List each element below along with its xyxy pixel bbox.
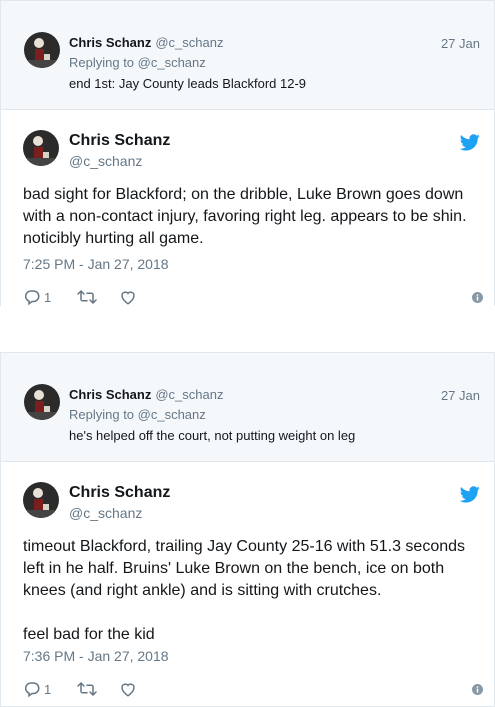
tweet-date[interactable]: 27 Jan	[441, 388, 480, 403]
tweet-thread: Chris Schanz @c_schanz 27 Jan Replying to…	[0, 0, 495, 315]
tweet-text: end 1st: Jay County leads Blackford 12-9	[69, 76, 307, 91]
tweet-text: he's helped off the court, not putting w…	[69, 428, 356, 443]
tweet-actions: 1	[23, 680, 483, 700]
info-button[interactable]	[472, 292, 483, 303]
retweet-button[interactable]	[77, 680, 97, 698]
reply-button[interactable]: 1	[23, 288, 51, 306]
reply-icon	[24, 290, 40, 306]
reply-icon	[24, 682, 40, 698]
tweet-actions: 1	[23, 288, 483, 308]
avatar[interactable]	[24, 384, 60, 420]
author-handle[interactable]: @c_schanz	[69, 153, 142, 169]
parent-tweet[interactable]: Chris Schanz @c_schanz 27 Jan Replying to…	[0, 0, 495, 109]
tweet-paragraph: timeout Blackford, trailing Jay County 2…	[23, 538, 466, 599]
tweet-text: timeout Blackford, trailing Jay County 2…	[23, 536, 483, 646]
avatar[interactable]	[24, 32, 60, 68]
tweet-paragraph: feel bad for the kid	[23, 626, 155, 643]
twitter-bird-icon[interactable]	[460, 486, 480, 503]
info-button[interactable]	[472, 684, 483, 695]
author-line: Chris Schanz @c_schanz	[69, 35, 223, 50]
author-name[interactable]: Chris Schanz	[69, 132, 170, 150]
retweet-button[interactable]	[77, 288, 97, 306]
main-tweet: Chris Schanz @c_schanz bad sight for Bla…	[0, 109, 495, 315]
retweet-icon	[77, 290, 97, 304]
tweet-text: bad sight for Blackford; on the dribble,…	[23, 184, 483, 250]
author-line: Chris Schanz @c_schanz	[69, 387, 223, 402]
like-icon	[121, 291, 135, 305]
like-icon	[121, 683, 135, 697]
reply-count: 1	[44, 681, 52, 697]
info-icon	[472, 292, 483, 303]
twitter-bird-icon[interactable]	[460, 134, 480, 151]
reply-count: 1	[44, 289, 52, 305]
tweet-paragraph: bad sight for Blackford; on the dribble,…	[23, 186, 467, 247]
tweet-timestamp[interactable]: 7:36 PM - Jan 27, 2018	[23, 648, 169, 664]
tweet-thread: Chris Schanz @c_schanz 27 Jan Replying to…	[0, 352, 495, 707]
author-name[interactable]: Chris Schanz	[69, 387, 151, 402]
author-handle[interactable]: @c_schanz	[155, 387, 223, 402]
like-button[interactable]	[119, 288, 137, 306]
replying-to[interactable]: Replying to @c_schanz	[69, 407, 206, 422]
author-name[interactable]: Chris Schanz	[69, 35, 151, 50]
main-tweet: Chris Schanz @c_schanz timeout Blackford…	[0, 461, 495, 707]
retweet-icon	[77, 682, 97, 696]
author-handle[interactable]: @c_schanz	[69, 505, 142, 521]
tweet-timestamp[interactable]: 7:25 PM - Jan 27, 2018	[23, 256, 169, 272]
avatar[interactable]	[23, 482, 59, 518]
author-handle[interactable]: @c_schanz	[155, 35, 223, 50]
tweet-date[interactable]: 27 Jan	[441, 36, 480, 51]
author-name[interactable]: Chris Schanz	[69, 484, 170, 502]
info-icon	[472, 684, 483, 695]
parent-tweet[interactable]: Chris Schanz @c_schanz 27 Jan Replying to…	[0, 352, 495, 461]
avatar[interactable]	[23, 130, 59, 166]
thread-separator	[0, 306, 495, 352]
like-button[interactable]	[119, 680, 137, 698]
reply-button[interactable]: 1	[23, 680, 51, 698]
replying-to[interactable]: Replying to @c_schanz	[69, 55, 206, 70]
